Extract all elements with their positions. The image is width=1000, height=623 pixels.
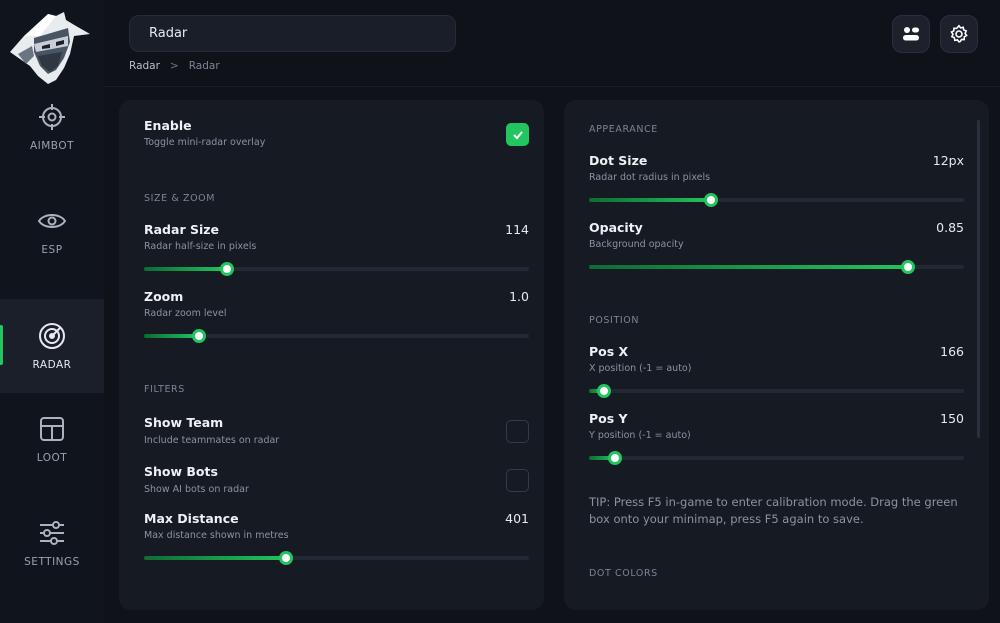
users-icon [903,27,919,41]
enable-desc: Toggle mini-radar overlay [144,137,266,148]
show-bots-desc: Show AI bots on radar [144,484,249,495]
pos-x-value: 166 [940,344,964,359]
sidebar: AIMBOT ESP RADAR LOOT SETTINGS [0,0,104,623]
pos-x-slider[interactable] [589,384,964,398]
sidebar-item-label: RADAR [32,359,72,371]
dot-size-value: 12px [932,153,964,168]
slider-fill [144,334,200,338]
pos-y-slider[interactable] [589,451,964,465]
check-icon [513,131,523,140]
slider-fill [589,265,908,269]
dot-size-slider[interactable] [589,193,964,207]
slider-thumb[interactable] [597,384,611,398]
section-title-appearance: APPEARANCE [589,124,658,135]
gear-icon [950,24,968,43]
pos-y-title: Pos Y [589,411,628,426]
sidebar-item-loot[interactable]: LOOT [0,392,104,486]
sidebar-item-esp[interactable]: ESP [0,184,104,278]
slider-thumb[interactable] [900,260,915,274]
sidebar-item-radar[interactable]: RADAR [0,299,104,393]
slider-thumb[interactable] [607,451,622,465]
settings-button[interactable] [940,15,978,53]
sidebar-item-label: LOOT [36,452,68,464]
max-distance-desc: Max distance shown in metres [144,530,289,541]
sidebar-item-settings[interactable]: SETTINGS [0,496,104,590]
breadcrumb-current: Radar [188,60,220,72]
show-team-title: Show Team [144,415,224,430]
show-bots-title: Show Bots [144,464,218,479]
max-distance-slider[interactable] [144,551,529,565]
section-title-position: POSITION [589,315,640,326]
radar-settings-panel: Enable Toggle mini-radar overlay SIZE & … [119,100,544,610]
radar-icon [39,323,65,349]
slider-thumb[interactable] [279,551,294,565]
pos-x-title: Pos X [589,344,629,359]
max-distance-title: Max Distance [144,511,239,526]
section-title-dot-colors: DOT COLORS [589,568,658,579]
dot-size-title: Dot Size [589,153,648,168]
search-value: Radar [149,26,188,41]
show-bots-checkbox[interactable] [506,469,529,492]
zoom-slider[interactable] [144,329,529,343]
slider-thumb[interactable] [219,262,234,276]
max-distance-value: 401 [505,511,529,526]
eye-icon [37,214,67,228]
breadcrumb-separator: > [169,60,179,72]
slider-thumb[interactable] [703,193,718,207]
panel-scrollbar[interactable] [977,120,980,438]
search-input[interactable]: Radar [129,15,456,52]
slider-fill [589,198,711,202]
opacity-desc: Background opacity [589,239,684,250]
radar-size-title: Radar Size [144,222,219,237]
zoom-value: 1.0 [509,289,529,304]
header-divider [104,86,1000,87]
radar-size-value: 114 [505,222,529,237]
crosshair-icon [39,104,65,130]
profiles-button[interactable] [892,15,930,53]
show-team-checkbox[interactable] [506,420,529,443]
sidebar-item-label: AIMBOT [29,140,75,152]
ninja-logo-icon [10,12,90,84]
radar-size-desc: Radar half-size in pixels [144,241,257,252]
section-title-size-zoom: SIZE & ZOOM [144,193,216,204]
appearance-panel: APPEARANCE Dot Size Radar dot radius in … [564,100,989,610]
breadcrumb: Radar > Radar [129,60,220,72]
pos-y-value: 150 [940,411,964,426]
opacity-value: 0.85 [936,220,964,235]
layout-icon [40,417,64,441]
dot-size-desc: Radar dot radius in pixels [589,172,711,183]
sidebar-item-label: SETTINGS [24,556,80,568]
enable-title: Enable [144,118,192,133]
section-title-filters: FILTERS [144,384,185,395]
zoom-desc: Radar zoom level [144,308,227,319]
enable-checkbox[interactable] [506,123,529,146]
slider-fill [144,267,227,271]
breadcrumb-root[interactable]: Radar [129,60,160,72]
calibration-tip: TIP: Press F5 in-game to enter calibrati… [589,495,958,526]
sliders-icon [40,521,64,545]
sidebar-item-label: ESP [41,244,63,256]
pos-x-desc: X position (-1 = auto) [589,363,692,374]
slider-fill [144,556,287,560]
slider-thumb[interactable] [192,329,207,343]
pos-y-desc: Y position (-1 = auto) [589,430,691,441]
radar-size-slider[interactable] [144,262,529,276]
opacity-title: Opacity [589,220,643,235]
sidebar-item-aimbot[interactable]: AIMBOT [0,80,104,174]
show-team-desc: Include teammates on radar [144,435,280,446]
zoom-title: Zoom [144,289,184,304]
opacity-slider[interactable] [589,260,964,274]
